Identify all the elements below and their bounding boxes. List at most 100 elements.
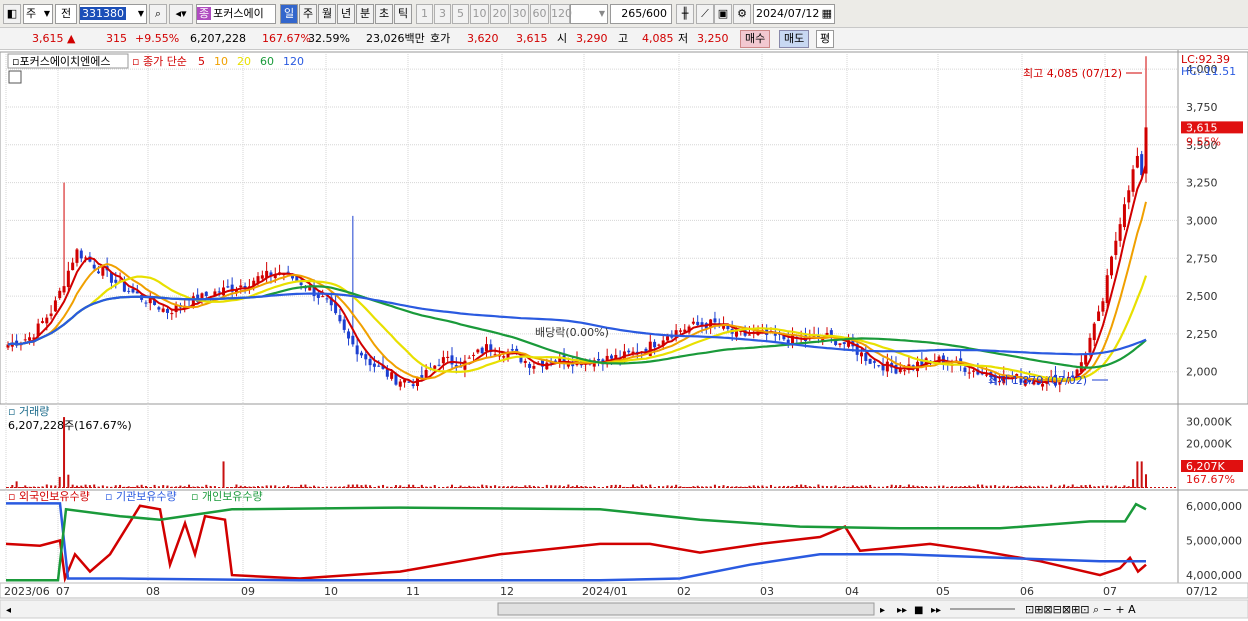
x-tick: 2024/01 (582, 585, 628, 598)
legend-stock-name: ▫포커스에이치엔에스 (12, 55, 111, 68)
playback-icon-2[interactable]: ■ (914, 605, 923, 616)
interval-1[interactable]: 주 (299, 4, 317, 24)
eval-button[interactable]: 평 (816, 30, 835, 48)
stock-name-box[interactable]: 종 포커스에이 (196, 4, 276, 24)
playback-icon-1[interactable]: ▸▸ (897, 605, 907, 616)
volume-bar (67, 474, 70, 488)
interval-0[interactable]: 일 (280, 4, 298, 24)
code-input[interactable]: 331380 ▼ (79, 4, 147, 24)
count-total: /600 (642, 7, 667, 20)
hoga-label: 호가 (430, 32, 451, 45)
hoga-sell: 3,620 (467, 32, 499, 45)
volume-bar (524, 485, 527, 488)
buy-button[interactable]: 매수 (740, 30, 771, 48)
current-price-label: 3,615 (1186, 121, 1218, 134)
candle-icon[interactable]: ╫ (676, 4, 694, 24)
minute-20[interactable]: 20 (490, 4, 509, 24)
candle-body (165, 309, 169, 313)
candle-body (609, 355, 613, 359)
legend-ma-120: 120 (283, 55, 304, 68)
layout-icon[interactable]: ◧ (3, 4, 21, 24)
sell-button[interactable]: 매도 (779, 30, 810, 48)
draw-line-icon[interactable]: ⟋ (696, 4, 714, 24)
volume-bar (632, 484, 635, 488)
candle-body (657, 344, 661, 346)
interval-5[interactable]: 초 (375, 4, 393, 24)
candle-body (532, 366, 536, 369)
count-box[interactable]: 265/600 (610, 4, 672, 24)
candle-body (653, 341, 657, 348)
scroll-left-icon[interactable]: ◂ (6, 605, 11, 616)
interval-3[interactable]: 년 (337, 4, 355, 24)
candle-body (1097, 311, 1101, 322)
minute-60[interactable]: 60 (530, 4, 549, 24)
volume-bar (688, 486, 691, 488)
candle-body (446, 356, 450, 358)
volume-bar (795, 484, 798, 488)
interval-4[interactable]: 분 (356, 4, 374, 24)
search-icon[interactable]: ⌕ (149, 4, 167, 24)
minute-3[interactable]: 3 (434, 4, 451, 24)
interval-6[interactable]: 틱 (394, 4, 412, 24)
candle-body (963, 367, 967, 372)
candle-body (161, 308, 165, 312)
candle-body (903, 370, 907, 372)
volume-bar (80, 485, 83, 488)
prev-button[interactable]: 전 (55, 4, 77, 24)
candle-body (484, 344, 488, 352)
playback-icon-3[interactable]: ▸▸ (931, 605, 941, 616)
turnover: 32.59% (308, 32, 350, 45)
candle-body (144, 302, 148, 304)
chart-area[interactable]: 4,0003,7503,5003,2503,0002,7502,5002,250… (0, 50, 1248, 621)
price-tick: 2,750 (1186, 252, 1218, 265)
candle-body (390, 372, 394, 379)
candle-body (364, 354, 368, 360)
holding-tick: 6,000,000 (1186, 500, 1242, 513)
minute-10[interactable]: 10 (470, 4, 489, 24)
playback-icon-0[interactable]: ▸ (880, 605, 885, 616)
chart-window: ◧ 주 ▼ 전 331380 ▼ ⌕ ◂▾ 종 포커스에이 ▼ 265/600 ╫ ⟋… (0, 0, 1248, 621)
candle-body (467, 357, 471, 359)
stock-type-badge: 종 (197, 7, 212, 20)
open-label: 시 (557, 32, 568, 45)
minute-5[interactable]: 5 (452, 4, 469, 24)
price-tick: 2,250 (1186, 328, 1218, 341)
candle-body (1135, 155, 1139, 168)
volume-bar (851, 485, 854, 488)
volume-bar (800, 484, 803, 488)
candle-body (1118, 224, 1122, 241)
volume-bar (907, 484, 910, 488)
unit-select[interactable]: ▼ (570, 4, 608, 24)
scrollbar-thumb[interactable] (497, 602, 875, 616)
volume-bar (963, 486, 966, 488)
volume-bar (1145, 474, 1147, 488)
volume-bar (576, 485, 578, 488)
table-toggle-icon[interactable] (8, 70, 22, 84)
minute-30[interactable]: 30 (510, 4, 529, 24)
save-icon[interactable]: ▣ (714, 4, 732, 24)
candle-body (696, 321, 700, 326)
chevron-down-icon[interactable]: ▼ (138, 5, 144, 23)
minute-1[interactable]: 1 (416, 4, 433, 24)
volume-bar (239, 485, 242, 488)
minute-120[interactable]: 120 (550, 4, 572, 24)
candle-body (299, 282, 303, 286)
period-mode-select[interactable]: 주 ▼ (23, 4, 53, 24)
volume-title: ▫ 거래량 (8, 405, 49, 418)
zoom-icons[interactable]: ⊡⊞⊠⊟⊠⊞⊡ ⌕ − + A (1025, 603, 1136, 616)
candle-body (868, 358, 872, 364)
candle-body (347, 331, 351, 339)
date-input[interactable]: 2024/07/12 ▦ (753, 4, 835, 24)
speaker-icon[interactable]: ◂▾ (169, 4, 193, 24)
price-change-pct: +9.55% (135, 32, 180, 45)
volume-bar (222, 461, 225, 488)
candle-body (437, 364, 441, 366)
calendar-icon[interactable]: ▦ (822, 5, 832, 23)
chart-background (0, 50, 1248, 621)
volume-bar (627, 487, 630, 488)
interval-2[interactable]: 월 (318, 4, 336, 24)
gear-icon[interactable]: ⚙ (733, 4, 751, 24)
candle-body (398, 381, 402, 387)
footer-bar: ◂ ▸ ▸▸ ■ ▸▸ ⊡⊞⊠⊟⊠⊞⊡ ⌕ − + A (0, 599, 1248, 619)
volume-bar (407, 484, 410, 488)
